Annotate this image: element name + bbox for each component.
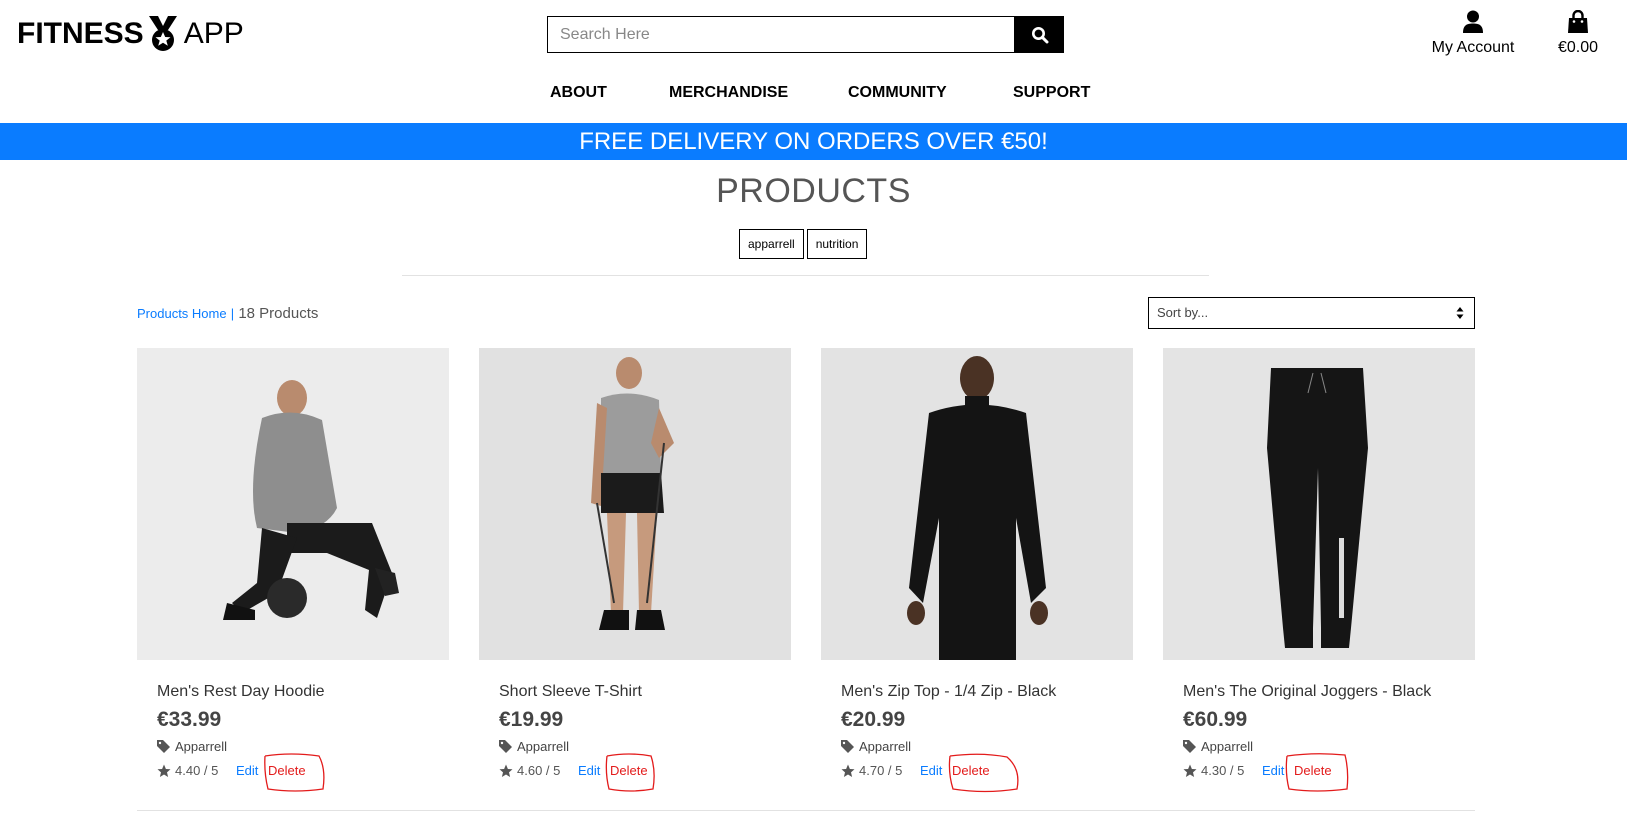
sort-arrows-icon	[1456, 307, 1464, 319]
user-icon	[1463, 10, 1483, 33]
product-name[interactable]: Short Sleeve T-Shirt	[499, 683, 642, 701]
cart-link[interactable]: €0.00	[1548, 10, 1608, 57]
product-price: €19.99	[499, 708, 564, 731]
search-form	[547, 16, 1064, 53]
nav-support[interactable]: SUPPORT	[1013, 84, 1090, 102]
breadcrumb-separator: |	[230, 306, 235, 321]
logo-word-fitness: FITNESS	[17, 17, 144, 50]
page-title: PRODUCTS	[716, 172, 911, 210]
star-icon	[841, 764, 855, 777]
product-card: Short Sleeve T-Shirt €19.99 Apparrell 4.…	[479, 348, 791, 792]
nav-merchandise[interactable]: MERCHANDISE	[669, 84, 788, 102]
product-category[interactable]: Apparrell	[499, 739, 569, 754]
medal-icon	[148, 16, 177, 51]
nav-community[interactable]: COMMUNITY	[848, 84, 947, 102]
sort-select[interactable]: Sort by...	[1148, 297, 1475, 329]
star-icon	[157, 764, 171, 777]
product-category-label: Apparrell	[1201, 739, 1254, 754]
product-price: €20.99	[841, 708, 906, 731]
product-category[interactable]: Apparrell	[1183, 739, 1253, 754]
product-rating: 4.30 / 5	[1183, 763, 1244, 778]
logo[interactable]: FITNESS APP	[17, 16, 244, 52]
product-image[interactable]	[479, 348, 791, 660]
product-card: Men's Zip Top - 1/4 Zip - Black €20.99 A…	[821, 348, 1133, 793]
product-rating-value: 4.60 / 5	[517, 763, 561, 778]
tag-apparrell[interactable]: apparrell	[739, 229, 804, 259]
product-rating: 4.60 / 5	[499, 763, 560, 778]
category-tags: apparrell nutrition	[739, 229, 868, 259]
product-name[interactable]: Men's Rest Day Hoodie	[157, 683, 325, 701]
my-account-label: My Account	[1431, 39, 1515, 56]
edit-link[interactable]: Edit	[578, 763, 600, 778]
edit-link[interactable]: Edit	[236, 763, 258, 778]
edit-link[interactable]: Edit	[1262, 763, 1284, 778]
tag-icon	[157, 740, 170, 753]
product-photo	[907, 356, 1048, 660]
edit-link[interactable]: Edit	[920, 763, 942, 778]
annotation-circle	[605, 753, 655, 792]
product-rating: 4.40 / 5	[157, 763, 218, 778]
shopping-bag-icon	[1568, 10, 1588, 33]
search-input[interactable]	[547, 16, 1015, 53]
logo-word-app: APP	[183, 17, 244, 50]
product-image[interactable]	[137, 348, 449, 660]
nav-about[interactable]: ABOUT	[550, 84, 607, 102]
annotation-circle	[948, 753, 1019, 793]
product-category[interactable]: Apparrell	[841, 739, 911, 754]
product-rating-value: 4.40 / 5	[175, 763, 219, 778]
product-image[interactable]	[1163, 348, 1475, 660]
product-name[interactable]: Men's Zip Top - 1/4 Zip - Black	[841, 683, 1056, 701]
search-button[interactable]	[1015, 16, 1064, 53]
cart-total: €0.00	[1557, 39, 1599, 56]
breadcrumb: Products Home | 18 Products	[137, 305, 318, 322]
product-category-label: Apparrell	[859, 739, 912, 754]
delivery-banner: FREE DELIVERY ON ORDERS OVER €50!	[0, 123, 1627, 160]
sort-label: Sort by...	[1157, 305, 1209, 320]
product-category-label: Apparrell	[175, 739, 228, 754]
product-category-label: Apparrell	[517, 739, 570, 754]
product-photo	[223, 380, 399, 620]
product-rating-value: 4.30 / 5	[1201, 763, 1245, 778]
product-photo	[591, 357, 674, 630]
product-card: Men's Rest Day Hoodie €33.99 Apparrell 4…	[137, 348, 449, 792]
annotation-circle	[1285, 753, 1349, 792]
product-image[interactable]	[821, 348, 1133, 660]
star-icon	[499, 764, 513, 777]
product-category[interactable]: Apparrell	[157, 739, 227, 754]
product-price: €60.99	[1183, 708, 1248, 731]
products-home-link[interactable]: Products Home	[137, 306, 227, 321]
product-rating-value: 4.70 / 5	[859, 763, 903, 778]
tag-nutrition[interactable]: nutrition	[806, 229, 868, 259]
product-price: €33.99	[157, 708, 222, 731]
my-account-link[interactable]: My Account	[1428, 10, 1518, 57]
divider	[402, 275, 1209, 276]
product-count: 18 Products	[238, 305, 319, 322]
product-rating: 4.70 / 5	[841, 763, 902, 778]
main-nav: ABOUT MERCHANDISE COMMUNITY SUPPORT	[0, 84, 1627, 108]
product-photo	[1267, 368, 1368, 648]
divider	[137, 810, 1475, 811]
tag-icon	[841, 740, 854, 753]
star-icon	[1183, 764, 1197, 777]
tag-icon	[499, 740, 512, 753]
product-name[interactable]: Men's The Original Joggers - Black	[1183, 683, 1431, 701]
product-card: Men's The Original Joggers - Black €60.9…	[1163, 348, 1475, 792]
tag-icon	[1183, 740, 1196, 753]
annotation-circle	[264, 753, 325, 792]
search-icon	[1031, 26, 1048, 43]
